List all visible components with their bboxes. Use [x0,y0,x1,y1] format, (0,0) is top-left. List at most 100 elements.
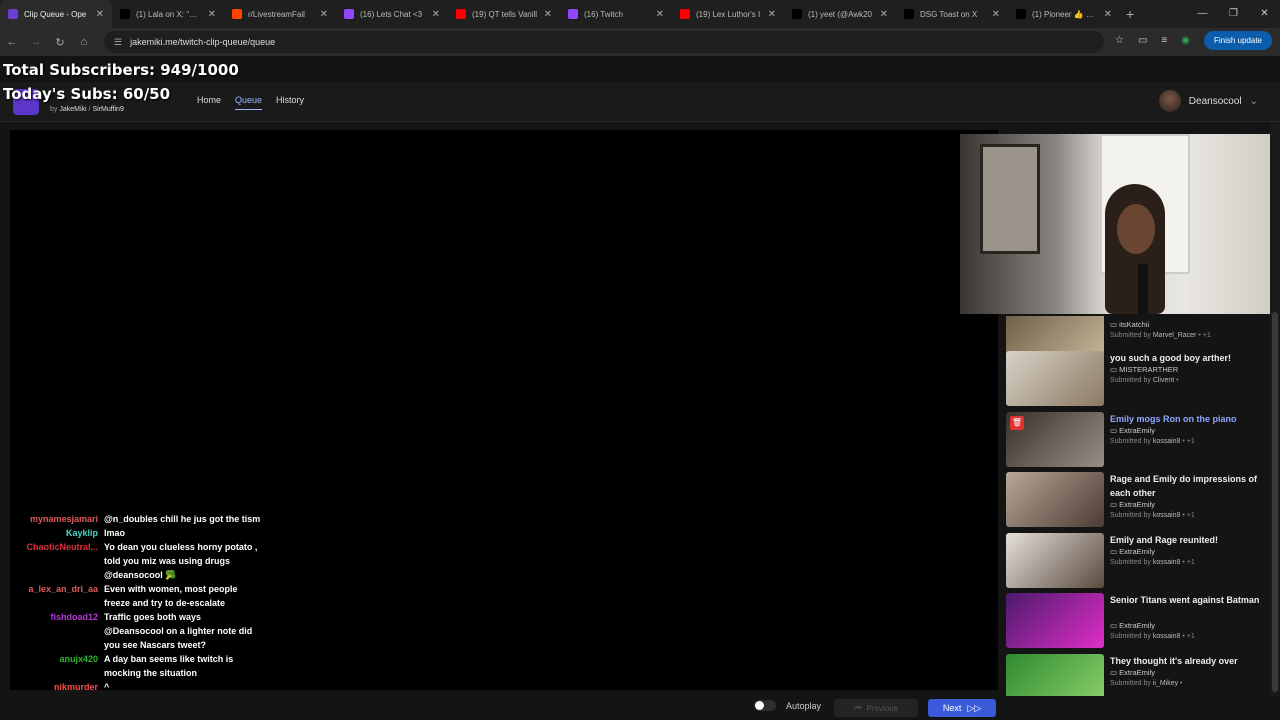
queue-item[interactable]: Emily and Rage reunited! ▭ ExtraEmily Subm… [1006,533,1268,589]
chat-username[interactable] [0,624,104,652]
clip-thumbnail[interactable] [1006,351,1104,406]
nav-queue[interactable]: Queue [235,95,263,110]
close-tab-icon[interactable]: ✕ [1104,9,1112,20]
new-tab-icon[interactable]: + [1126,6,1134,22]
close-tab-icon[interactable]: ✕ [992,9,1000,20]
today-subs-overlay: Today's Subs: 60/50 [3,85,171,103]
chat-text: ^ [104,682,110,692]
chat-username[interactable]: a_lex_an_dri_aa [0,582,104,610]
chat-username[interactable]: anujx420 [0,652,104,680]
x-logo-icon [120,9,130,19]
autoplay-label: Autoplay [786,700,822,711]
channel-icon: ▭ [1110,426,1120,435]
clip-title[interactable]: Emily mogs Ron on the piano [1110,412,1266,426]
cast-icon[interactable]: ▭ [1138,35,1147,46]
close-tab-icon[interactable]: ✕ [432,9,440,20]
nav-home[interactable]: Home [197,95,221,110]
queue-item[interactable]: Rage and Emily do impressions of each ot… [1006,472,1268,528]
clip-channel: ▭ itsKatchii [1110,320,1150,329]
clip-title[interactable]: Senior Titans went against Batman [1110,593,1266,607]
url-text: jakemiki.me/twitch-clip-queue/queue [130,37,276,47]
chat-username[interactable]: mynamesjamari [0,512,104,526]
browser-tab[interactable]: (16) Twitch ✕ [560,0,672,28]
delete-clip-icon[interactable]: 🗑 [1010,416,1024,430]
browser-tab[interactable]: r/LivestreamFail ✕ [224,0,336,28]
chat-text: Yo dean you clueless horny potato , told… [104,542,258,580]
close-window-icon[interactable]: ✕ [1249,0,1280,28]
browser-tab[interactable]: (1) Lala on X: "@d ✕ [112,0,224,28]
previous-button[interactable]: ⏮ Previous [834,699,918,717]
twitch-icon [344,9,354,19]
chat-text: Even with women, most people freeze and … [104,584,238,608]
chat-username[interactable]: Kayklip [0,526,104,540]
home-icon[interactable]: ⌂ [72,36,96,48]
nav-history[interactable]: History [276,95,304,110]
browser-tab[interactable]: (1) yeet (@Awk20 ✕ [784,0,896,28]
autoplay-control: Autoplay [754,700,821,711]
browser-tab[interactable]: (1) Pioneer 👍 on X ✕ [1008,0,1120,28]
avatar [1158,90,1181,112]
tab-title: DSG Toast on X [920,9,978,19]
autoplay-toggle[interactable] [754,700,776,711]
clip-title[interactable]: Rage and Emily do impressions of each ot… [1110,472,1266,500]
close-tab-icon[interactable]: ✕ [656,9,664,20]
close-tab-icon[interactable]: ✕ [768,9,776,20]
clip-thumbnail[interactable] [1006,654,1104,696]
total-subs-overlay: Total Subscribers: 949/1000 [3,61,239,79]
close-tab-icon[interactable]: ✕ [208,9,216,20]
channel-icon: ▭ [1110,668,1120,677]
clip-title[interactable]: Emily and Rage reunited! [1110,533,1266,547]
extension-icon[interactable]: ◉ [1181,35,1190,46]
playlist-icon[interactable]: ≡ [1161,35,1167,46]
close-tab-icon[interactable]: ✕ [544,9,552,20]
twitch-icon [568,9,578,19]
restore-icon[interactable]: ❐ [1218,0,1249,28]
queue-item[interactable]: 🗑 Emily mogs Ron on the piano ▭ ExtraEmily… [1006,412,1268,468]
clip-thumbnail[interactable] [1006,593,1104,648]
scrollbar[interactable] [1270,122,1280,696]
browser-tab[interactable]: (19) Lex Luthor's I ✕ [672,0,784,28]
clip-submitter: Submitted by kossain8 • +1 [1110,438,1195,445]
chat-username[interactable]: nikmurder [0,680,104,694]
tab-title: (1) Lala on X: "@d [136,9,202,19]
browser-tab[interactable]: Clip Queue - Ope ✕ [0,0,112,28]
author-jakemiki[interactable]: JakeMiki [59,106,86,113]
chat-username[interactable]: ChaoticNeutral... [0,540,104,582]
clip-thumbnail[interactable]: 🗑 [1006,412,1104,467]
browser-tab[interactable]: (19) QT tells Vanill ✕ [448,0,560,28]
close-tab-icon[interactable]: ✕ [320,9,328,20]
clip-title[interactable]: you such a good boy arther! [1110,351,1266,365]
clip-submitter: Submitted by kossain8 • +1 [1110,633,1195,640]
chat-username[interactable]: fishdoad12 [0,610,104,624]
minimize-icon[interactable]: — [1187,0,1218,28]
queue-item[interactable]: you such a good boy arther! ▭ MISTERARTHE… [1006,351,1268,407]
queue-item[interactable]: Senior Titans went against Batman ▭ Extra… [1006,593,1268,649]
chat-message: mynamesjamari @n_doubles chill he jus got… [0,512,270,526]
channel-icon: ▭ [1110,500,1120,509]
back-icon[interactable]: ← [0,36,24,48]
queue-item[interactable]: They thought it's already over ▭ ExtraEmi… [1006,654,1268,696]
user-menu[interactable]: Deansocool ⌄ [1158,90,1258,112]
author-sirmuffin[interactable]: SirMuffin9 [92,106,123,113]
clip-thumbnail[interactable] [1006,472,1104,527]
forward-icon[interactable]: → [24,36,48,48]
site-header: by JakeMiki / SirMuffin9 Home Queue Hist… [0,82,1280,122]
browser-tab[interactable]: (16) Lets Chat <3 ✕ [336,0,448,28]
browser-tab[interactable]: DSG Toast on X ✕ [896,0,1008,28]
tab-title: (19) Lex Luthor's I [696,9,761,19]
close-tab-icon[interactable]: ✕ [96,9,104,20]
finish-update-button[interactable]: Finish update [1203,31,1272,50]
chat-overlay: mynamesjamari @n_doubles chill he jus got… [0,512,270,694]
site-info-icon[interactable]: ☰ [114,37,122,48]
clip-submitter: Submitted by kossain8 • +1 [1110,559,1195,566]
next-button[interactable]: Next ▷▷ [928,699,996,717]
tab-title: (1) Pioneer 👍 on X [1032,9,1098,19]
clip-title[interactable]: They thought it's already over [1110,654,1266,668]
bookmark-star-icon[interactable]: ☆ [1115,35,1124,46]
scrollbar-thumb[interactable] [1272,312,1278,692]
url-field[interactable]: ☰ jakemiki.me/twitch-clip-queue/queue [104,31,1104,53]
clip-thumbnail[interactable] [1006,533,1104,588]
close-tab-icon[interactable]: ✕ [880,9,888,20]
reload-icon[interactable]: ↻ [48,36,72,49]
clip-channel: ▭ ExtraEmily [1110,426,1156,435]
